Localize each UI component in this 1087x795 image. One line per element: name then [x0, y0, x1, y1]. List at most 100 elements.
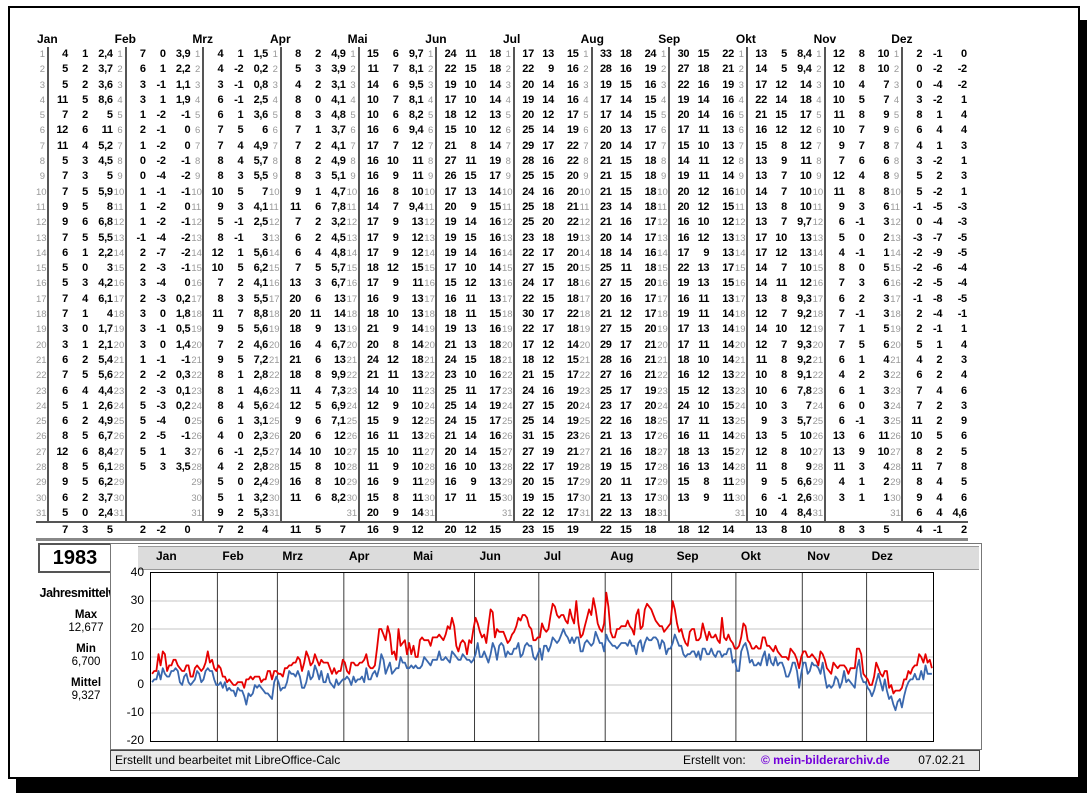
- mittel-cell[interactable]: 2,4: [89, 47, 114, 62]
- min-cell[interactable]: 3: [224, 292, 244, 307]
- min-cell[interactable]: 9: [380, 506, 400, 521]
- min-cell[interactable]: 12: [380, 353, 400, 368]
- day-number-cell[interactable]: 9: [424, 169, 438, 185]
- day-number-cell[interactable]: 27: [347, 444, 360, 461]
- mittel-cell[interactable]: 6,7: [89, 429, 114, 444]
- month-mean-value[interactable]: 0: [167, 523, 192, 538]
- max-cell[interactable]: 11: [49, 139, 69, 154]
- max-cell[interactable]: 17: [748, 246, 768, 261]
- max-cell[interactable]: 14: [360, 78, 380, 93]
- mittel-cell[interactable]: 10: [400, 185, 425, 200]
- min-cell[interactable]: -6: [923, 261, 943, 276]
- min-cell[interactable]: 8: [768, 460, 788, 475]
- max-cell[interactable]: 12: [826, 169, 846, 184]
- mittel-cell[interactable]: 13: [477, 292, 502, 307]
- mittel-cell[interactable]: 2,5: [244, 215, 269, 230]
- min-cell[interactable]: 5: [768, 62, 788, 77]
- min-cell[interactable]: 16: [613, 292, 633, 307]
- day-number-cell[interactable]: 8: [890, 154, 904, 170]
- max-cell[interactable]: 24: [437, 414, 457, 429]
- min-cell[interactable]: 1: [147, 445, 167, 460]
- max-cell[interactable]: 0: [127, 169, 147, 184]
- day-number-cell[interactable]: 1: [813, 47, 826, 63]
- day-number-cell[interactable]: 31: [269, 505, 282, 522]
- min-cell[interactable]: 12: [690, 185, 710, 200]
- max-cell[interactable]: 21: [593, 154, 613, 169]
- mittel-cell[interactable]: 17: [633, 460, 658, 475]
- min-cell[interactable]: 1: [923, 108, 943, 123]
- max-cell[interactable]: 18: [670, 445, 690, 460]
- mittel-cell[interactable]: 3: [866, 215, 891, 230]
- day-number-cell[interactable]: 24: [36, 398, 49, 415]
- mittel-cell[interactable]: 10: [322, 445, 347, 460]
- mittel-cell[interactable]: -1: [943, 307, 968, 322]
- min-cell[interactable]: 14: [690, 93, 710, 108]
- mittel-cell[interactable]: 17: [477, 414, 502, 429]
- max-cell[interactable]: 4: [826, 475, 846, 490]
- mittel-cell[interactable]: 3: [866, 368, 891, 383]
- min-cell[interactable]: -1: [224, 93, 244, 108]
- min-cell[interactable]: 15: [535, 399, 555, 414]
- mittel-cell[interactable]: 18: [477, 47, 502, 62]
- day-number-cell[interactable]: 3: [347, 77, 360, 93]
- min-cell[interactable]: -1: [147, 353, 167, 368]
- max-cell[interactable]: 17: [437, 185, 457, 200]
- mittel-cell[interactable]: 1: [943, 185, 968, 200]
- mittel-cell[interactable]: 9,4: [400, 200, 425, 215]
- max-cell[interactable]: 28: [515, 154, 535, 169]
- min-cell[interactable]: 6: [302, 414, 322, 429]
- min-cell[interactable]: -1: [846, 307, 866, 322]
- day-number-cell[interactable]: 8: [114, 154, 127, 170]
- mittel-cell[interactable]: 15: [710, 276, 735, 291]
- min-cell[interactable]: -1: [846, 246, 866, 261]
- month-mean-value[interactable]: -1: [923, 523, 943, 538]
- max-cell[interactable]: 9: [204, 353, 224, 368]
- mittel-cell[interactable]: [167, 506, 192, 521]
- max-cell[interactable]: 6: [826, 292, 846, 307]
- day-number-cell[interactable]: 23: [735, 383, 748, 399]
- mittel-cell[interactable]: 4,9: [244, 139, 269, 154]
- day-number-cell[interactable]: 20: [502, 337, 515, 353]
- mittel-cell[interactable]: -1: [167, 353, 192, 368]
- max-cell[interactable]: 2: [127, 246, 147, 261]
- mittel-cell[interactable]: 10: [866, 47, 891, 62]
- mittel-cell[interactable]: 4,9: [322, 154, 347, 169]
- mittel-cell[interactable]: 3,7: [89, 62, 114, 77]
- min-cell[interactable]: 8: [768, 292, 788, 307]
- min-cell[interactable]: 5: [69, 200, 89, 215]
- max-cell[interactable]: 3: [826, 491, 846, 506]
- max-cell[interactable]: 22: [515, 292, 535, 307]
- min-cell[interactable]: 3: [768, 399, 788, 414]
- min-cell[interactable]: 1: [302, 185, 322, 200]
- mittel-cell[interactable]: 14: [477, 139, 502, 154]
- max-cell[interactable]: 19: [437, 322, 457, 337]
- max-cell[interactable]: 9: [49, 475, 69, 490]
- min-cell[interactable]: -5: [147, 429, 167, 444]
- day-number-cell[interactable]: 8: [657, 154, 671, 170]
- day-number-cell[interactable]: 8: [36, 154, 49, 170]
- day-number-cell[interactable]: 15: [502, 261, 515, 277]
- day-number-cell[interactable]: 5: [580, 108, 593, 124]
- max-cell[interactable]: 5: [49, 506, 69, 521]
- max-cell[interactable]: 22: [437, 62, 457, 77]
- day-number-cell[interactable]: 21: [269, 352, 282, 369]
- min-cell[interactable]: -1: [846, 215, 866, 230]
- mittel-cell[interactable]: 3,7: [322, 123, 347, 138]
- min-cell[interactable]: 17: [613, 384, 633, 399]
- mittel-cell[interactable]: 20: [633, 399, 658, 414]
- max-cell[interactable]: 9: [204, 200, 224, 215]
- day-number-cell[interactable]: 30: [890, 490, 904, 506]
- mittel-cell[interactable]: 8,4: [788, 47, 813, 62]
- day-number-cell[interactable]: 2: [36, 62, 49, 78]
- mittel-cell[interactable]: 13: [400, 292, 425, 307]
- mittel-cell[interactable]: -5: [943, 292, 968, 307]
- min-cell[interactable]: 2: [69, 78, 89, 93]
- max-cell[interactable]: 4: [204, 47, 224, 62]
- day-number-cell[interactable]: 20: [657, 337, 671, 353]
- min-cell[interactable]: 9: [380, 231, 400, 246]
- day-number-cell[interactable]: 8: [735, 154, 748, 170]
- day-number-cell[interactable]: 15: [114, 261, 127, 277]
- max-cell[interactable]: 25: [515, 169, 535, 184]
- mittel-cell[interactable]: 16: [477, 322, 502, 337]
- max-cell[interactable]: 22: [670, 261, 690, 276]
